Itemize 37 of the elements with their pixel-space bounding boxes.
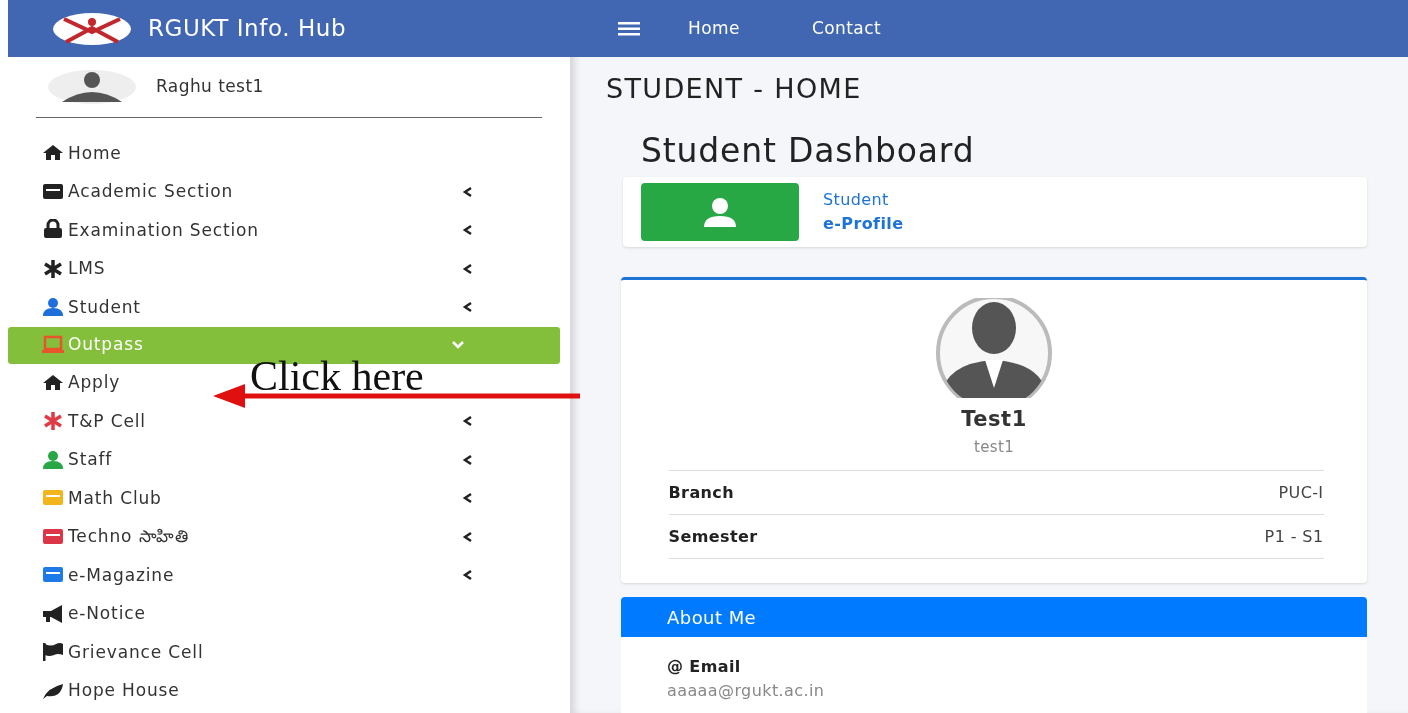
brand-title[interactable]: RGUKT Info. Hub [148,11,347,46]
field-value: PUC-I [1278,481,1324,504]
menu-item[interactable]: T&P Cell [8,402,570,441]
menu-item[interactable]: Staff [8,440,570,479]
menu-item[interactable]: Math Club [8,479,570,518]
profile-username: test1 [973,436,1015,458]
menu-item[interactable]: Grievance Cell [8,633,212,672]
email-value: aaaaa@rgukt.ac.in [666,680,826,702]
info-box[interactable]: Student e-Profile [623,177,1367,247]
menu-item[interactable]: Academic Section [8,172,570,211]
user-icon [702,197,738,227]
field-label: Semester [668,525,758,548]
menu-item[interactable]: e-Notice [8,594,154,633]
nav-link[interactable]: Home [688,15,740,42]
info-box-text: Student [823,189,890,211]
menu-item[interactable]: Hope House [8,671,188,710]
menu-item[interactable]: e-Magazine [8,556,570,595]
menu-item[interactable]: Home [8,134,130,173]
profile-avatar-icon [935,298,1053,398]
email-label: @ Email [666,656,742,678]
menu-item[interactable]: Techno సాహితి [8,517,570,556]
menu-item[interactable]: LMS [8,249,570,288]
field-label: Branch [668,481,735,504]
menu-item[interactable]: Student [8,288,570,327]
logo-icon [52,11,132,46]
menu-item[interactable]: Apply [8,363,129,402]
menu-item[interactable]: Examination Section [8,211,570,250]
avatar-icon [48,70,136,104]
menu-icon[interactable] [618,21,640,36]
page-title: STUDENT - HOME [605,72,863,106]
info-box-link[interactable]: e-Profile [823,212,904,236]
field-value: P1 - S1 [1264,525,1324,548]
user-name: Raghu test1 [156,75,264,99]
profile-name: Test1 [961,406,1027,433]
about-header: About Me [621,597,1367,637]
dashboard-heading: Student Dashboard [640,130,976,172]
nav-link[interactable]: Contact [811,15,882,42]
